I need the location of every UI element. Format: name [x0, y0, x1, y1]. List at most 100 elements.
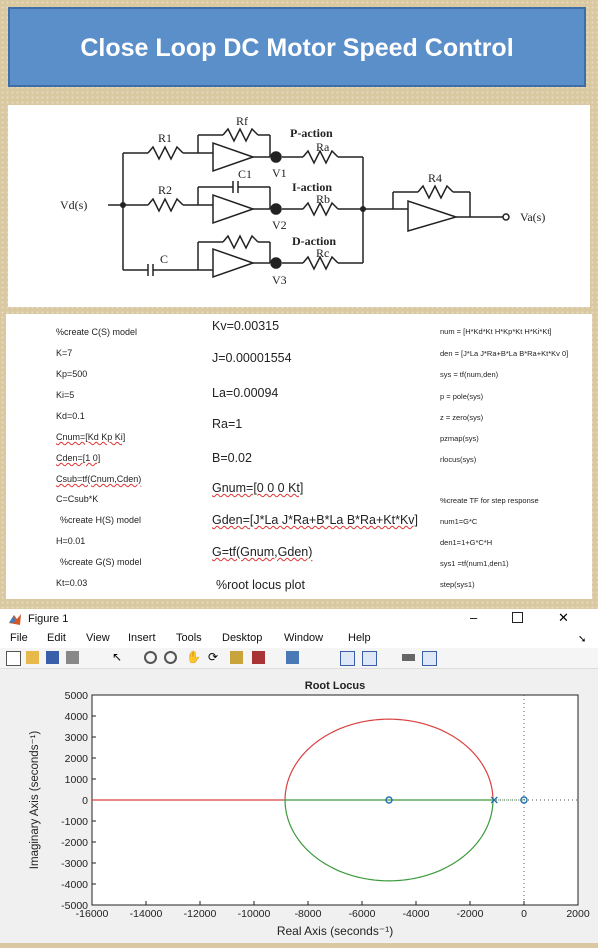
- circuit-schematic: R1 Rf R2 C1 C Ra Rb Rc R4 V1 V2 V3 P-act…: [60, 114, 545, 287]
- menu-insert[interactable]: Insert: [128, 632, 156, 644]
- code-line: %create G(S) model: [60, 557, 142, 567]
- menu-view[interactable]: View: [86, 632, 110, 644]
- code-line: %create TF for step response: [440, 496, 539, 505]
- maximize-icon[interactable]: [512, 612, 523, 623]
- code-line: C=Csub*K: [56, 494, 99, 504]
- code-line: G=tf(Gnum,Gden): [212, 545, 313, 559]
- code-line: H=0.01: [56, 536, 86, 546]
- y-tick-label: 2000: [65, 753, 89, 765]
- matlab-logo-icon: [9, 614, 21, 625]
- code-line: K=7: [56, 348, 73, 358]
- window-title: Figure 1: [28, 613, 69, 625]
- show-plot-tools-icon[interactable]: [422, 651, 437, 666]
- close-icon[interactable]: ✕: [558, 610, 569, 626]
- code-line: Gnum=[0 0 0 Kt]: [212, 481, 304, 495]
- menu-bar: File Edit View Insert Tools Desktop Wind…: [0, 630, 598, 648]
- open-file-icon[interactable]: [26, 651, 39, 664]
- label-c1: C1: [238, 167, 252, 181]
- menu-window[interactable]: Window: [284, 632, 323, 644]
- menu-desktop[interactable]: Desktop: [222, 632, 262, 644]
- y-tick-label: 3000: [65, 732, 89, 744]
- code-line: Csub=tf(Cnum,Cden): [56, 474, 142, 484]
- code-line: Ki=5: [56, 390, 75, 400]
- pointer-icon[interactable]: ↖: [112, 651, 125, 664]
- code-line: B=0.02: [212, 451, 252, 465]
- code-line: Kt=0.03: [56, 578, 88, 588]
- code-line: %create H(S) model: [60, 515, 142, 525]
- y-tick-label: -5000: [61, 900, 88, 912]
- new-figure-icon[interactable]: [6, 651, 21, 666]
- brush-icon[interactable]: [252, 651, 265, 664]
- code-line: den1=1+G*C*H: [440, 538, 493, 547]
- y-axis-label: Imaginary Axis (seconds⁻¹): [29, 731, 41, 870]
- label-v3: V3: [272, 273, 287, 287]
- label-r4: R4: [428, 171, 442, 185]
- label-c: C: [160, 252, 168, 266]
- code-line: sys = tf(num,den): [440, 370, 499, 379]
- code-line: J=0.00001554: [212, 351, 292, 365]
- code-line: Cnum=[Kd Kp Ki]: [56, 432, 126, 442]
- print-icon[interactable]: [66, 651, 79, 664]
- label-d-action: D-action: [292, 234, 336, 248]
- label-va: Va(s): [520, 210, 545, 224]
- matlab-code-panel: %create C(S) model K=7 Kp=500 Ki=5 Kd=0.…: [6, 314, 592, 599]
- matlab-figure-window: Figure 1 – ✕ File Edit View Insert Tools…: [0, 609, 598, 943]
- label-r1: R1: [158, 131, 172, 145]
- y-tick-label: 5000: [65, 690, 89, 702]
- zoom-in-icon[interactable]: [144, 651, 157, 664]
- menu-file[interactable]: File: [10, 632, 28, 644]
- root-locus-chart[interactable]: -16000 -14000 -12000 -10000 -8000 -6000 -4000-…: [0, 669, 598, 943]
- code-line: La=0.00094: [212, 386, 279, 400]
- menu-tools[interactable]: Tools: [176, 632, 202, 644]
- y-tick-label: -2000: [61, 837, 88, 849]
- x-tick-label: -8000: [295, 908, 322, 920]
- code-line: sys1 =tf(num1,den1): [440, 559, 509, 568]
- hide-plot-tools-icon[interactable]: [402, 654, 415, 661]
- code-line: num = [H*Kd*Kt H*Kp*Kt H*Ki*Kt]: [440, 327, 552, 336]
- x-tick-label: -4000: [403, 908, 430, 920]
- label-rb: Rb: [316, 192, 330, 206]
- code-line: %create C(S) model: [56, 327, 138, 337]
- pan-icon[interactable]: ✋: [186, 651, 201, 664]
- x-tick-label: 0: [521, 908, 527, 920]
- x-tick-label: -2000: [457, 908, 484, 920]
- label-ra: Ra: [316, 140, 330, 154]
- figure-toolbar: ↖ ✋ ⟳: [0, 648, 598, 669]
- pid-circuit-diagram: R1 Rf R2 C1 C Ra Rb Rc R4 V1 V2 V3 P-act…: [8, 105, 590, 307]
- x-tick-label: -14000: [130, 908, 163, 920]
- code-line: Ra=1: [212, 417, 243, 431]
- label-rf: Rf: [236, 114, 248, 128]
- link-icon[interactable]: [286, 651, 299, 664]
- y-tick-label: 1000: [65, 774, 89, 786]
- code-line: rlocus(sys): [440, 455, 477, 464]
- label-v2: V2: [272, 218, 287, 232]
- data-cursor-icon[interactable]: [230, 651, 243, 664]
- x-tick-label: -10000: [238, 908, 271, 920]
- code-line: Kv=0.00315: [212, 319, 280, 333]
- plot-area: -16000 -14000 -12000 -10000 -8000 -6000 -4000-…: [0, 669, 598, 943]
- window-titlebar[interactable]: Figure 1 – ✕: [0, 609, 598, 630]
- code-line: den = [J*La J*Ra+B*La B*Ra+Kt*Kv 0]: [440, 349, 569, 358]
- zoom-out-icon[interactable]: [164, 651, 177, 664]
- code-line: pzmap(sys): [440, 434, 479, 443]
- rotate-icon[interactable]: ⟳: [208, 651, 221, 664]
- menu-help[interactable]: Help: [348, 632, 371, 644]
- code-line: num1=G*C: [440, 517, 478, 526]
- legend-icon[interactable]: [362, 651, 377, 666]
- minimize-icon[interactable]: –: [470, 610, 477, 625]
- code-line: %root locus plot: [216, 578, 305, 592]
- code-line: p = pole(sys): [440, 392, 484, 401]
- save-icon[interactable]: [46, 651, 59, 664]
- menu-edit[interactable]: Edit: [47, 632, 66, 644]
- x-tick-label: -6000: [349, 908, 376, 920]
- code-line: Kd=0.1: [56, 411, 85, 421]
- code-line: Kp=500: [56, 369, 88, 379]
- y-tick-label: 4000: [65, 711, 89, 723]
- label-p-action: P-action: [290, 126, 333, 140]
- x-tick-label: 2000: [566, 908, 590, 920]
- x-tick-label: -12000: [184, 908, 217, 920]
- x-axis-label: Real Axis (seconds⁻¹): [277, 924, 393, 938]
- colorbar-icon[interactable]: [340, 651, 355, 666]
- dock-arrow-icon[interactable]: ➘: [578, 634, 586, 645]
- code-line: Cden=[1 0]: [56, 453, 101, 463]
